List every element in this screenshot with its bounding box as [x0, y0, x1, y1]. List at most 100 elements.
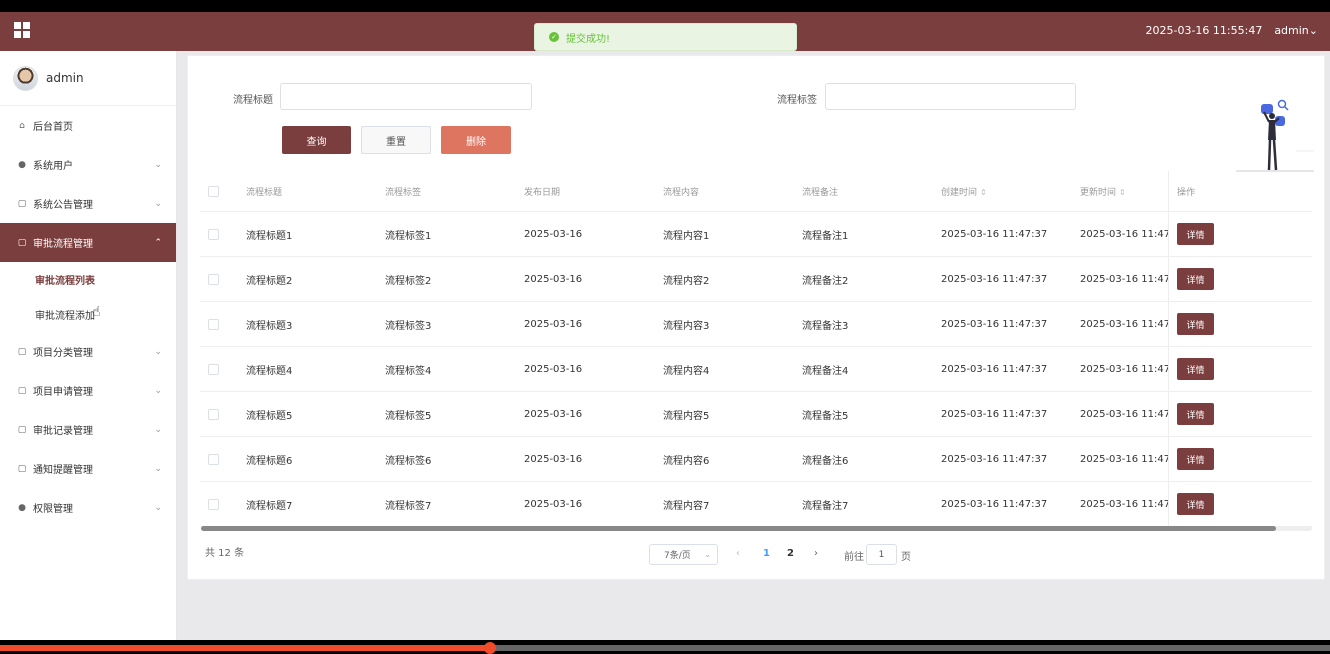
detail-button[interactable]: 详情 — [1177, 313, 1214, 335]
prev-page-button[interactable]: ‹ — [736, 548, 740, 559]
user-name: admin — [1274, 24, 1309, 37]
sort-icon[interactable]: ⇕ — [980, 188, 987, 197]
table-cell: 2025-03-16 11:47:37 — [1080, 318, 1168, 330]
chevron-down-icon: ⌄ — [154, 463, 162, 474]
scrollbar-thumb[interactable] — [201, 526, 1276, 531]
sidebar-item-label: 系统公告管理 — [33, 200, 93, 211]
page-size-value: 7条/页 — [664, 551, 691, 561]
sidebar-menu: ⌂ 后台首页 ● 系统用户 ⌄ ▢ 系统公告管理 ⌄ ▢ 审批流程管理 ⌃ 审批流程列表 审批流程添加 ▢… — [0, 106, 176, 527]
user-icon: ● — [18, 159, 26, 170]
delete-button[interactable]: 删除 — [441, 126, 511, 154]
sidebar-item[interactable]: ▢ 审批流程管理 ⌃ — [0, 223, 176, 262]
row-checkbox[interactable] — [208, 498, 219, 510]
table-cell: 流程标题4 — [246, 365, 293, 377]
table-cell: 2025-03-16 11:47:37 — [941, 453, 1048, 465]
page-size-select[interactable]: 7条/页 ⌄ — [649, 544, 718, 565]
sidebar-item-label: 系统用户 — [33, 161, 73, 172]
grid-menu-icon[interactable] — [14, 22, 30, 38]
row-checkbox[interactable] — [208, 408, 219, 420]
goto-page-input[interactable]: 1 — [866, 544, 897, 565]
sidebar-item[interactable]: ● 权限管理 ⌄ — [0, 488, 176, 527]
action-cell: 详情 — [1168, 212, 1312, 256]
progress-fill — [0, 645, 491, 651]
title-filter-input[interactable] — [280, 83, 532, 110]
user-icon: ● — [18, 502, 26, 513]
page-1-button[interactable]: 1 — [763, 548, 770, 559]
detail-button[interactable]: 详情 — [1177, 223, 1214, 245]
sidebar-item-label: 项目分类管理 — [33, 348, 93, 359]
table-row: 流程标题2 流程标签2 2025-03-16 流程内容2 流程备注2 2025-03-16… — [200, 257, 1312, 302]
sidebar: admin ⌂ 后台首页 ● 系统用户 ⌄ ▢ 系统公告管理 ⌄ ▢ 审批流程管理 ⌃ 审批流程列表审… — [0, 51, 177, 640]
detail-button[interactable]: 详情 — [1177, 358, 1214, 380]
sidebar-item[interactable]: ▢ 系统公告管理 ⌄ — [0, 184, 176, 223]
sidebar-item[interactable]: ▢ 项目分类管理 ⌄ — [0, 332, 176, 371]
detail-button[interactable]: 详情 — [1177, 403, 1214, 425]
table-cell: 流程备注2 — [802, 275, 849, 287]
table-cell: 2025-03-16 11:47:37 — [1080, 228, 1168, 240]
table-cell: 2025-03-16 11:47:37 — [941, 498, 1048, 510]
chevron-down-icon: ⌄ — [154, 424, 162, 435]
chevron-down-icon: ⌄ — [154, 385, 162, 396]
row-checkbox[interactable] — [208, 273, 219, 285]
folder-icon: ▢ — [17, 237, 27, 248]
sidebar-item-label: 审批流程管理 — [33, 239, 93, 250]
table-cell: 2025-03-16 11:47:37 — [1080, 363, 1168, 375]
sidebar-subitem[interactable]: 审批流程列表 — [0, 262, 176, 297]
query-button[interactable]: 查询 — [282, 126, 351, 154]
table-cell: 2025-03-16 — [524, 453, 583, 465]
search-illustration-icon — [1236, 99, 1314, 172]
table-cell: 2025-03-16 11:47:37 — [1080, 498, 1168, 510]
table-cell: 流程内容6 — [663, 455, 710, 467]
table-cell: 流程备注3 — [802, 320, 849, 332]
table-cell: 流程标题1 — [246, 230, 293, 242]
row-checkbox[interactable] — [208, 453, 219, 465]
sidebar-item[interactable]: ⌂ 后台首页 — [0, 106, 176, 145]
page-2-button[interactable]: 2 — [787, 548, 794, 559]
row-checkbox[interactable] — [208, 363, 219, 375]
table-cell: 2025-03-16 11:47:37 — [941, 318, 1048, 330]
sidebar-subitem[interactable]: 审批流程添加 — [0, 297, 176, 332]
sort-icon[interactable]: ⇕ — [1119, 188, 1126, 197]
detail-button[interactable]: 详情 — [1177, 493, 1214, 515]
table-row: 流程标题6 流程标签6 2025-03-16 流程内容6 流程备注6 2025-03-16… — [200, 437, 1312, 482]
table-row: 流程标题3 流程标签3 2025-03-16 流程内容3 流程备注3 2025-03-16… — [200, 302, 1312, 347]
table-cell: 2025-03-16 11:47:37 — [1080, 273, 1168, 285]
avatar — [13, 65, 38, 91]
sidebar-item[interactable]: ● 系统用户 ⌄ — [0, 145, 176, 184]
column-header: 流程标题 — [238, 185, 377, 198]
table-cell: 流程标签2 — [385, 275, 432, 287]
goto-label: 前往 — [844, 552, 864, 563]
select-all-checkbox[interactable] — [208, 185, 219, 197]
main-panel: 流程标题 流程标签 查询 重置 删除 流程标题 流程标签 发布日期 流程内容 流程备注创… — [187, 55, 1325, 580]
detail-button[interactable]: 详情 — [1177, 268, 1214, 290]
progress-handle[interactable] — [484, 642, 496, 654]
action-cell: 详情 — [1168, 302, 1312, 346]
action-cell: 详情 — [1168, 347, 1312, 391]
detail-button[interactable]: 详情 — [1177, 448, 1214, 470]
sidebar-item[interactable]: ▢ 项目申请管理 ⌄ — [0, 371, 176, 410]
row-checkbox[interactable] — [208, 228, 219, 240]
column-header-label: 更新时间 — [1080, 187, 1117, 198]
sidebar-item-label: 后台首页 — [33, 122, 73, 133]
page-suffix: 页 — [901, 552, 911, 563]
hand-cursor-icon: ☝ — [92, 304, 101, 320]
table-cell: 流程标题6 — [246, 455, 293, 467]
next-page-button[interactable]: › — [814, 548, 818, 559]
sidebar-item-label: 审批记录管理 — [33, 426, 93, 437]
horizontal-scrollbar[interactable] — [201, 526, 1312, 531]
table-cell: 流程标题5 — [246, 410, 293, 422]
row-checkbox[interactable] — [208, 318, 219, 330]
sidebar-item[interactable]: ▢ 审批记录管理 ⌄ — [0, 410, 176, 449]
sidebar-item[interactable]: ▢ 通知提醒管理 ⌄ — [0, 449, 176, 488]
column-header[interactable]: 创建时间 ⇕ — [933, 185, 1072, 198]
video-progress-bar[interactable] — [0, 642, 1330, 654]
table-cell: 流程标签6 — [385, 455, 432, 467]
tag-filter-input[interactable] — [825, 83, 1076, 110]
column-header-label: 操作 — [1177, 187, 1196, 198]
user-dropdown[interactable]: admin⌄ — [1274, 24, 1318, 37]
column-header[interactable]: 更新时间 ⇕ — [1072, 185, 1168, 198]
reset-button[interactable]: 重置 — [361, 126, 431, 154]
action-cell: 详情 — [1168, 257, 1312, 301]
folder-icon: ▢ — [17, 385, 27, 396]
title-filter-label: 流程标题 — [233, 95, 273, 106]
